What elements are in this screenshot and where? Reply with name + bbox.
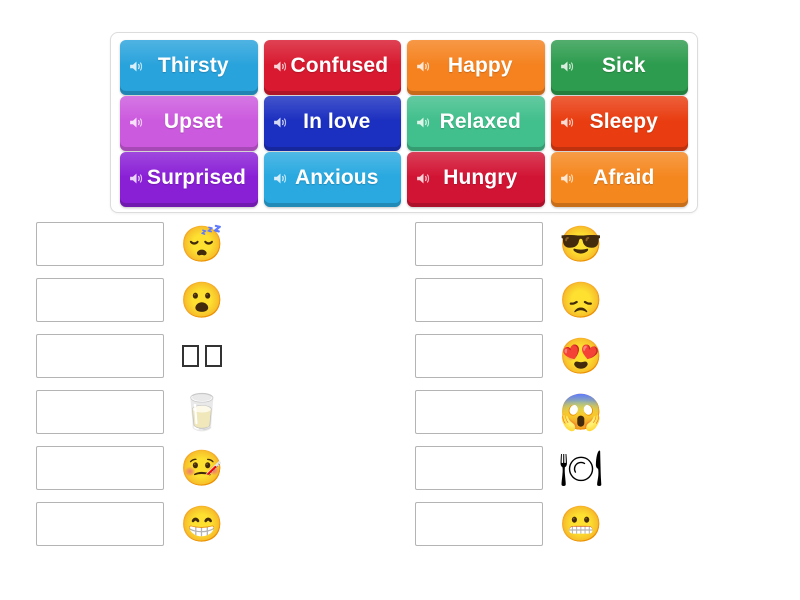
answer-row: 😴 — [36, 222, 231, 266]
answer-drop-zone[interactable] — [415, 222, 543, 266]
answer-row: 😱 — [415, 390, 610, 434]
answer-column-right: 😎 😞 😍 😱 🍽 😬 — [415, 222, 610, 558]
face-with-open-mouth-emoji: 😮 — [180, 280, 224, 320]
speaker-icon[interactable] — [415, 170, 434, 187]
tofu-box-glyph — [182, 345, 199, 367]
glass-of-milk-emoji: 🥛 — [180, 392, 224, 432]
answer-drop-zone[interactable] — [415, 278, 543, 322]
answer-row: 😞 — [415, 278, 610, 322]
word-tile-label: In love — [303, 110, 371, 133]
word-tile-label: Hungry — [443, 166, 518, 189]
word-tile-label: Sleepy — [589, 110, 658, 133]
word-tile-in-love[interactable]: In love — [263, 96, 401, 151]
word-tile-label: Thirsty — [157, 54, 229, 77]
speaker-icon[interactable] — [559, 170, 578, 187]
answer-drop-zone[interactable] — [36, 502, 164, 546]
answer-row: 😍 — [415, 334, 610, 378]
word-tile-label: Confused — [290, 54, 389, 77]
word-tile-afraid[interactable]: Afraid — [550, 152, 688, 207]
missing-glyph-tofu — [173, 334, 231, 378]
word-tile-upset[interactable]: Upset — [120, 96, 258, 151]
answer-drop-zone[interactable] — [415, 446, 543, 490]
fork-and-knife-with-plate-emoji: 🍽 — [558, 448, 604, 488]
word-tile-label: Happy — [447, 54, 513, 77]
speaker-icon[interactable] — [559, 58, 578, 75]
tofu-box-glyph — [205, 345, 222, 367]
word-tile-surprised[interactable]: Surprised — [120, 152, 258, 207]
word-tile-relaxed[interactable]: Relaxed — [407, 96, 545, 151]
answer-drop-zone[interactable] — [36, 446, 164, 490]
speaker-icon[interactable] — [128, 114, 147, 131]
word-tile-row: Thirsty Confused Happy Sick — [117, 40, 691, 95]
word-tile-happy[interactable]: Happy — [407, 40, 545, 95]
answer-drop-zone[interactable] — [36, 390, 164, 434]
word-tile-label: Surprised — [147, 166, 246, 189]
grimacing-face-emoji: 😬 — [559, 504, 603, 544]
word-bank-panel: Thirsty Confused Happy Sick Upset In love Rela… — [110, 32, 698, 213]
word-tile-anxious[interactable]: Anxious — [263, 152, 401, 207]
answer-drop-zone[interactable] — [36, 222, 164, 266]
word-tile-hungry[interactable]: Hungry — [407, 152, 545, 207]
disappointed-face-emoji: 😞 — [559, 280, 603, 320]
answer-column-left: 😴 😮 🥛 🤒 😁 — [36, 222, 231, 558]
word-tile-label: Anxious — [294, 166, 379, 189]
word-tile-label: Sick — [601, 54, 646, 77]
answer-drop-zone[interactable] — [415, 502, 543, 546]
answer-row: 🤒 — [36, 446, 231, 490]
word-tile-label: Upset — [163, 110, 223, 133]
answer-row: 🥛 — [36, 390, 231, 434]
word-tile-sick[interactable]: Sick — [550, 40, 688, 95]
word-tile-sleepy[interactable]: Sleepy — [550, 96, 688, 151]
word-tile-label: Afraid — [593, 166, 655, 189]
answer-drop-zone[interactable] — [36, 334, 164, 378]
word-tile-row: Upset In love Relaxed Sleepy — [117, 96, 691, 151]
face-with-thermometer-emoji: 🤒 — [180, 448, 224, 488]
speaker-icon[interactable] — [272, 114, 291, 131]
word-tile-confused[interactable]: Confused — [263, 40, 401, 95]
smiling-face-with-sunglasses-emoji: 😎 — [559, 224, 603, 264]
speaker-icon[interactable] — [559, 114, 578, 131]
answer-row: 😁 — [36, 502, 231, 546]
answer-row: 😬 — [415, 502, 610, 546]
speaker-icon[interactable] — [415, 114, 434, 131]
speaker-icon[interactable] — [415, 58, 434, 75]
sleeping-face-emoji: 😴 — [180, 224, 224, 264]
answer-row: 🍽 — [415, 446, 610, 490]
speaker-icon[interactable] — [272, 170, 291, 187]
answer-drop-zone[interactable] — [415, 390, 543, 434]
answer-row: 😎 — [415, 222, 610, 266]
answer-row — [36, 334, 231, 378]
word-tile-thirsty[interactable]: Thirsty — [120, 40, 258, 95]
beaming-face-emoji: 😁 — [180, 504, 224, 544]
word-tile-row: Surprised Anxious Hungry Afraid — [117, 152, 691, 207]
answer-drop-zone[interactable] — [36, 278, 164, 322]
smiling-face-with-heart-eyes-emoji: 😍 — [559, 336, 603, 376]
answer-row: 😮 — [36, 278, 231, 322]
speaker-icon[interactable] — [128, 58, 147, 75]
answer-drop-zone[interactable] — [415, 334, 543, 378]
speaker-icon[interactable] — [272, 58, 291, 75]
speaker-icon[interactable] — [128, 170, 147, 187]
face-screaming-in-fear-emoji: 😱 — [559, 392, 603, 432]
word-tile-label: Relaxed — [439, 110, 521, 133]
